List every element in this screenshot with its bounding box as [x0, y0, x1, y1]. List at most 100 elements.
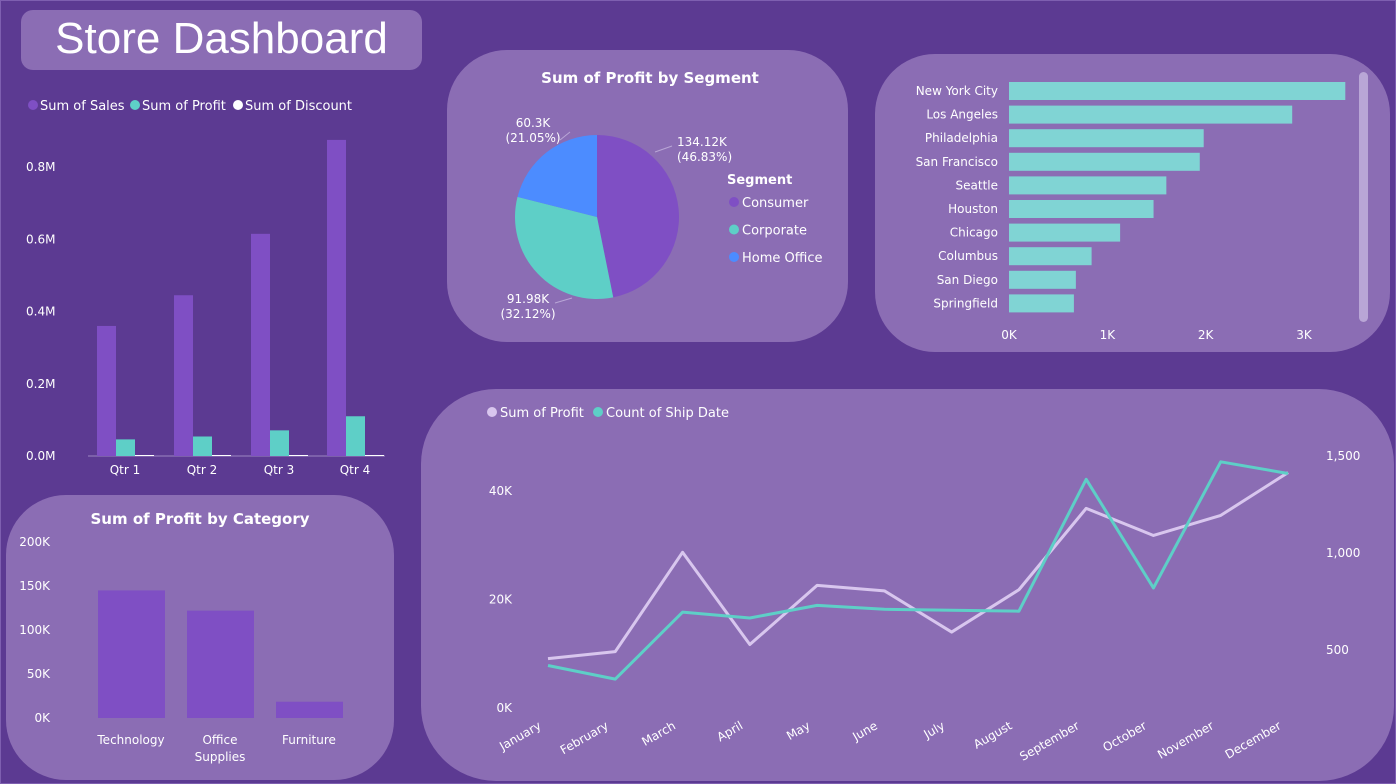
- leader-line-consumer: [654, 145, 673, 153]
- x-tick-label: 0K: [1001, 328, 1018, 342]
- bar-new-york-city: [1009, 82, 1346, 100]
- legend-marker-sum-of-profit: [130, 100, 140, 110]
- x-tick-label: 2K: [1198, 328, 1215, 342]
- data-pct-corporate: (32.12%): [500, 307, 555, 321]
- bar-sum-of-sales-qtr-4: [327, 139, 346, 456]
- legend-marker-home-office: [729, 252, 739, 262]
- y-tick-label: Philadelphia: [925, 131, 998, 145]
- line-sum-of-profit: [547, 471, 1289, 661]
- y-tick-label: Springfield: [933, 296, 998, 310]
- x-tick-label: Qtr 1: [110, 463, 141, 477]
- bar-sum-of-discount-qtr-3: [289, 455, 308, 456]
- x-tick-label: Qtr 4: [340, 463, 371, 477]
- legend-marker-consumer: [729, 197, 739, 207]
- bar-sum-of-discount-qtr-2: [212, 455, 231, 456]
- bar-sum-of-sales-qtr-1: [97, 325, 116, 456]
- line-count-of-ship-date: [547, 460, 1289, 681]
- chart-quarterly: 0.0M 0.2M 0.4M 0.6M 0.8M Sum of Sales Sum of P…: [26, 99, 385, 477]
- bar-seattle: [1009, 176, 1167, 195]
- legend-label-sum-of-profit: Sum of Profit: [500, 406, 584, 421]
- y-right-tick-label: 1,500: [1326, 449, 1360, 463]
- legend-label-sum-of-discount: Sum of Discount: [245, 99, 352, 114]
- bar-chicago: [1009, 223, 1121, 242]
- y-tick-label: Los Angeles: [926, 108, 998, 122]
- y-tick-label: 200K: [19, 535, 51, 549]
- y-tick-label: San Francisco: [916, 155, 998, 169]
- y-tick-label: 150K: [19, 579, 51, 593]
- x-tick-label: 1K: [1100, 328, 1117, 342]
- y-tick-label: 0.8M: [26, 160, 55, 174]
- y-tick-label: 0.6M: [26, 232, 55, 246]
- legend-label-sum-of-profit: Sum of Profit: [142, 99, 226, 114]
- x-tick-label: December: [1223, 718, 1284, 761]
- data-label-consumer: 134.12K: [677, 135, 728, 149]
- x-tick-label: March: [639, 718, 678, 748]
- legend-marker-sum-of-discount: [233, 100, 243, 110]
- data-label-corporate: 91.98K: [507, 292, 550, 306]
- x-tick-label: September: [1017, 718, 1081, 763]
- bar-sum-of-profit-qtr-4: [346, 416, 365, 456]
- y-tick-label: Chicago: [950, 226, 998, 240]
- x-tick-label: Furniture: [282, 733, 336, 747]
- chart-title: Sum of Profit by Category: [90, 510, 309, 528]
- x-tick-label-line2: Supplies: [195, 750, 246, 764]
- x-tick-label: June: [849, 718, 880, 744]
- x-tick-label: February: [558, 718, 611, 757]
- leader-line-corporate: [554, 297, 573, 304]
- bar-houston: [1009, 200, 1154, 218]
- bar-san-francisco: [1009, 152, 1200, 171]
- chart-monthly: Sum of Profit Count of Ship Date 0K 20K 40K 5…: [487, 406, 1360, 764]
- x-tick-label: Office: [202, 733, 237, 747]
- legend-marker-sum-of-profit: [487, 407, 497, 417]
- chart-title: Sum of Profit by Segment: [541, 69, 759, 87]
- bar-technology: [98, 590, 165, 718]
- y-right-tick-label: 1,000: [1326, 546, 1360, 560]
- bar-sum-of-sales-qtr-3: [251, 233, 270, 456]
- dashboard-charts: 0.0M 0.2M 0.4M 0.6M 0.8M Sum of Sales Sum of P…: [19, 69, 1360, 764]
- chart-cities: New York City Los Angeles Philadelphia San …: [916, 82, 1346, 342]
- data-pct-home-office: (21.05%): [505, 131, 560, 145]
- bar-sum-of-profit-qtr-3: [270, 430, 289, 456]
- chart-category: Sum of Profit by Category 0K 50K 100K 150K 20…: [19, 510, 343, 764]
- bar-sum-of-discount-qtr-4: [365, 455, 384, 456]
- bar-philadelphia: [1009, 129, 1204, 148]
- bar-sum-of-sales-qtr-2: [174, 295, 193, 456]
- legend-label-count-of-ship-date: Count of Ship Date: [606, 406, 729, 421]
- bar-furniture: [276, 701, 343, 718]
- bar-springfield: [1009, 294, 1074, 313]
- data-label-home-office: 60.3K: [516, 116, 552, 130]
- bar-sum-of-profit-qtr-2: [193, 436, 212, 456]
- data-pct-consumer: (46.83%): [677, 150, 732, 164]
- legend-label-corporate: Corporate: [742, 224, 807, 239]
- bar-sum-of-profit-qtr-1: [116, 439, 135, 456]
- x-tick-label: Technology: [96, 733, 164, 747]
- y-tick-label: 0K: [34, 711, 51, 725]
- chart-segment: Sum of Profit by Segment 134.12K(46.83%) 9…: [500, 69, 822, 321]
- legend-marker-corporate: [729, 224, 739, 235]
- x-tick-label: April: [715, 718, 746, 744]
- y-tick-label: Houston: [948, 202, 998, 216]
- bar-san-diego: [1009, 270, 1076, 289]
- legend-label-home-office: Home Office: [742, 251, 822, 266]
- slice-consumer: [597, 135, 679, 298]
- leader-line-home-office: [559, 131, 571, 141]
- x-tick-label: August: [971, 718, 1015, 751]
- x-tick-label: January: [496, 718, 543, 753]
- legend-label-consumer: Consumer: [742, 196, 809, 211]
- x-tick-label: July: [921, 718, 948, 741]
- y-left-tick-label: 0K: [496, 701, 513, 715]
- y-tick-label: Seattle: [956, 178, 998, 192]
- y-left-tick-label: 40K: [489, 484, 513, 498]
- y-tick-label: 0.0M: [26, 449, 55, 463]
- y-tick-label: San Diego: [937, 273, 998, 287]
- legend-label-sum-of-sales: Sum of Sales: [40, 99, 125, 114]
- y-right-tick-label: 500: [1326, 643, 1349, 657]
- bar-columbus: [1009, 247, 1092, 266]
- y-tick-label: New York City: [916, 84, 998, 98]
- y-tick-label: 50K: [27, 667, 51, 681]
- legend-marker-count-of-ship-date: [593, 407, 603, 417]
- bar-los-angeles: [1009, 105, 1293, 124]
- legend-title: Segment: [727, 173, 792, 188]
- x-tick-label: Qtr 2: [187, 463, 218, 477]
- bar-office-supplies: [187, 610, 254, 718]
